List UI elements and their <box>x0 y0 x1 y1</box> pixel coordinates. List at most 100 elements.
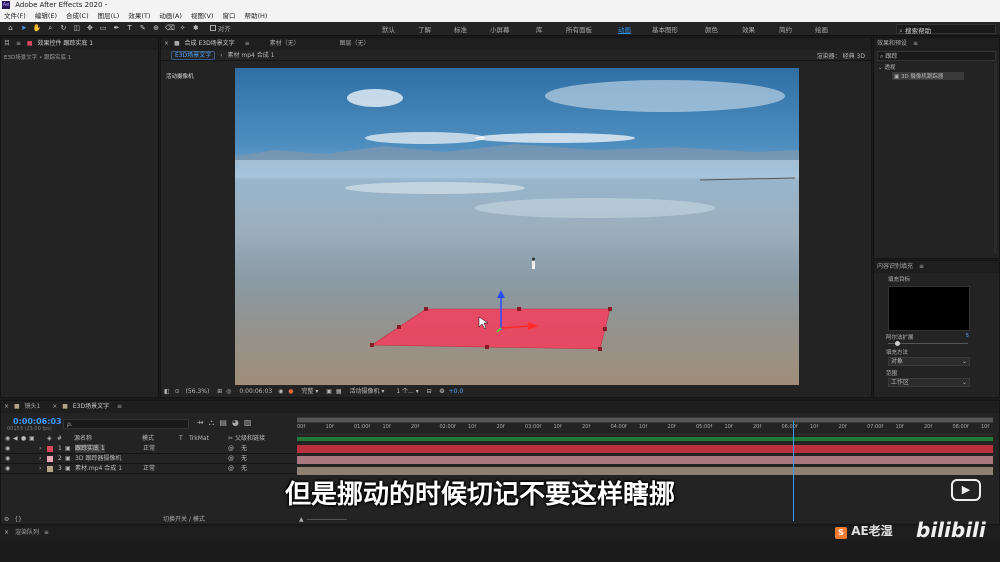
viewer-timecode[interactable]: 0:00:06:03 <box>239 388 272 395</box>
timeline-tab-2[interactable]: E3D场景文字 <box>73 403 109 410</box>
workspace-4[interactable]: 库 <box>536 24 543 34</box>
fill-method-select[interactable]: 对象 ⌄ <box>888 357 970 366</box>
zoom-slider[interactable] <box>307 519 347 520</box>
menu-item-6[interactable]: 视图(V) <box>191 12 214 20</box>
composition-tab[interactable]: 合成 E3D场景文字 <box>185 40 235 47</box>
panel-menu-icon[interactable]: ≡ <box>117 403 122 410</box>
workspace-1[interactable]: 了解 <box>418 24 431 34</box>
type-tool-icon[interactable]: T <box>125 24 134 33</box>
layer-parent[interactable]: 无 <box>241 454 247 463</box>
time-ruler[interactable]: 00f 10f 01:00f 10f 20f 02:00f 10f 20f 03:00f 10f 2… <box>297 423 993 435</box>
effects-tree-item[interactable]: ▣ 3D 摄像机跟踪器 <box>892 72 964 80</box>
pan-behind-tool-icon[interactable]: ✥ <box>85 24 94 33</box>
col-name[interactable]: 源名称 <box>74 434 92 443</box>
pickwhip-icon[interactable]: @ <box>228 444 234 453</box>
expand-icon[interactable]: {} <box>14 516 22 523</box>
expand-arrow-icon[interactable]: › <box>39 444 41 453</box>
workspace-6[interactable]: 动画 <box>618 24 631 34</box>
toggle-pixel-icon[interactable]: ⊟ <box>427 388 432 395</box>
close-icon[interactable]: × <box>52 403 57 410</box>
layer-duration-bar[interactable] <box>297 445 993 453</box>
workspace-0[interactable]: 默认 <box>382 24 395 34</box>
footage-comp-subtab[interactable]: 素材 mp4 合成 1 <box>227 52 274 59</box>
audio-icon[interactable]: ◀ <box>13 434 18 443</box>
frame-blend-icon[interactable]: ▤ <box>219 418 232 427</box>
composition-viewer[interactable] <box>235 68 799 385</box>
workspace-9[interactable]: 效果 <box>742 24 755 34</box>
layer-mode[interactable]: 正常 <box>143 444 155 453</box>
slider-handle[interactable] <box>895 341 900 346</box>
grid-icon[interactable]: ⊞ <box>217 388 222 395</box>
project-tab[interactable]: 目 <box>4 40 10 47</box>
region-icon[interactable]: ▣ <box>326 388 332 395</box>
layer-row[interactable]: ◉ › 3 ▣ 素材.mp4 合成 1 正常 @ 无 <box>1 464 296 474</box>
panel-menu-icon[interactable]: ≡ <box>245 40 250 47</box>
timeline-timecode[interactable]: 0:00:06:03 <box>13 417 62 426</box>
menu-item-5[interactable]: 动画(A) <box>159 12 182 20</box>
layer-parent[interactable]: 无 <box>241 444 247 453</box>
label-color-swatch[interactable] <box>47 466 53 472</box>
workspace-8[interactable]: 颜色 <box>705 24 718 34</box>
rotate-tool-icon[interactable]: ↻ <box>59 24 68 33</box>
col-mode[interactable]: 模式 <box>142 434 154 443</box>
exposure-value[interactable]: +0.0 <box>449 388 464 395</box>
effects-presets-title[interactable]: 效果和预设 <box>877 40 907 47</box>
workspace-11[interactable]: 绘画 <box>815 24 828 34</box>
work-area-fill[interactable] <box>297 418 993 422</box>
layer-row[interactable]: ◉ › 1 ▣ 跟踪实底 1 正常 @ 无 <box>1 444 296 454</box>
timeline-search[interactable]: ρ. <box>63 419 189 429</box>
layer-mode[interactable]: 正常 <box>143 464 155 473</box>
draft-3d-icon[interactable]: ⇸ <box>197 418 209 427</box>
expand-arrow-icon[interactable]: › <box>39 454 41 463</box>
eye-icon[interactable]: ◉ <box>5 454 10 463</box>
align-checkbox[interactable] <box>209 25 216 31</box>
snapshot-icon[interactable]: ◧ <box>164 388 170 395</box>
alpha-expand-slider[interactable] <box>888 341 968 346</box>
effects-tree-group[interactable]: ⌄ 透视 <box>874 63 999 71</box>
workspace-2[interactable]: 标准 <box>454 24 467 34</box>
panel-menu-icon[interactable]: ≡ <box>16 40 21 47</box>
footage-tab[interactable]: 素材（无） <box>270 40 300 47</box>
layer-tab[interactable]: 图层（无） <box>340 40 370 47</box>
camera-tool-icon[interactable]: ◫ <box>72 24 81 33</box>
lock-icon[interactable]: ■ <box>174 40 180 47</box>
graph-editor-icon[interactable]: ▧ <box>244 418 257 427</box>
col-parent[interactable]: 父级和链接 <box>235 434 265 443</box>
roto-tool-icon[interactable]: ✧ <box>178 24 187 33</box>
motion-blur-icon[interactable]: ◕ <box>232 418 244 427</box>
layer-duration-bar[interactable] <box>297 456 993 464</box>
panel-menu-icon[interactable]: ≡ <box>919 263 924 270</box>
lock-icon[interactable]: ■ <box>27 40 33 47</box>
selection-tool-icon[interactable]: ➤ <box>19 24 28 33</box>
toggle-switches-label[interactable]: 切换开关 / 模式 <box>163 515 205 525</box>
layer-name[interactable]: 素材.mp4 合成 1 <box>75 464 122 473</box>
workspace-7[interactable]: 基本图形 <box>652 24 678 34</box>
menu-item-8[interactable]: 帮助(H) <box>244 12 267 20</box>
menu-item-0[interactable]: 文件(F) <box>4 12 26 20</box>
label-color-swatch[interactable] <box>47 456 53 462</box>
workspace-10[interactable]: 简约 <box>779 24 792 34</box>
layer-name[interactable]: 跟踪实底 1 <box>75 444 105 453</box>
pickwhip-icon[interactable]: @ <box>228 454 234 463</box>
clone-tool-icon[interactable]: ⊕ <box>152 24 161 33</box>
zoom-level[interactable]: (56.3%) <box>186 388 210 395</box>
playhead[interactable] <box>792 421 794 521</box>
menu-item-2[interactable]: 合成(C) <box>66 12 89 20</box>
camera-snapshot-icon[interactable]: ◉ <box>278 388 283 395</box>
menu-item-1[interactable]: 编辑(E) <box>35 12 57 20</box>
effect-controls-tab[interactable]: 效果控件 跟踪实底 1 <box>37 40 93 47</box>
panel-menu-icon[interactable]: ≡ <box>44 529 49 536</box>
close-icon[interactable]: × <box>4 403 9 410</box>
camera-select[interactable]: 活动摄像机 <box>349 388 379 395</box>
hide-shy-icon[interactable]: ⛬ <box>209 418 220 427</box>
menu-item-7[interactable]: 窗口 <box>222 12 235 20</box>
scrollbar[interactable] <box>994 63 997 253</box>
workspace-5[interactable]: 所有面板 <box>566 24 592 34</box>
render-queue-tab[interactable]: 渲染队列 <box>15 529 39 536</box>
eye-icon[interactable]: ◉ <box>5 444 10 453</box>
panel-menu-icon[interactable]: ≡ <box>913 40 918 47</box>
rectangle-tool-icon[interactable]: ▭ <box>99 24 108 33</box>
layer-row[interactable]: ◉ › 2 ▣ 3D 跟踪器摄像机 @ 无 <box>1 454 296 464</box>
label-color-swatch[interactable] <box>47 446 53 452</box>
reset-exposure-icon[interactable]: ❂ <box>440 388 445 395</box>
